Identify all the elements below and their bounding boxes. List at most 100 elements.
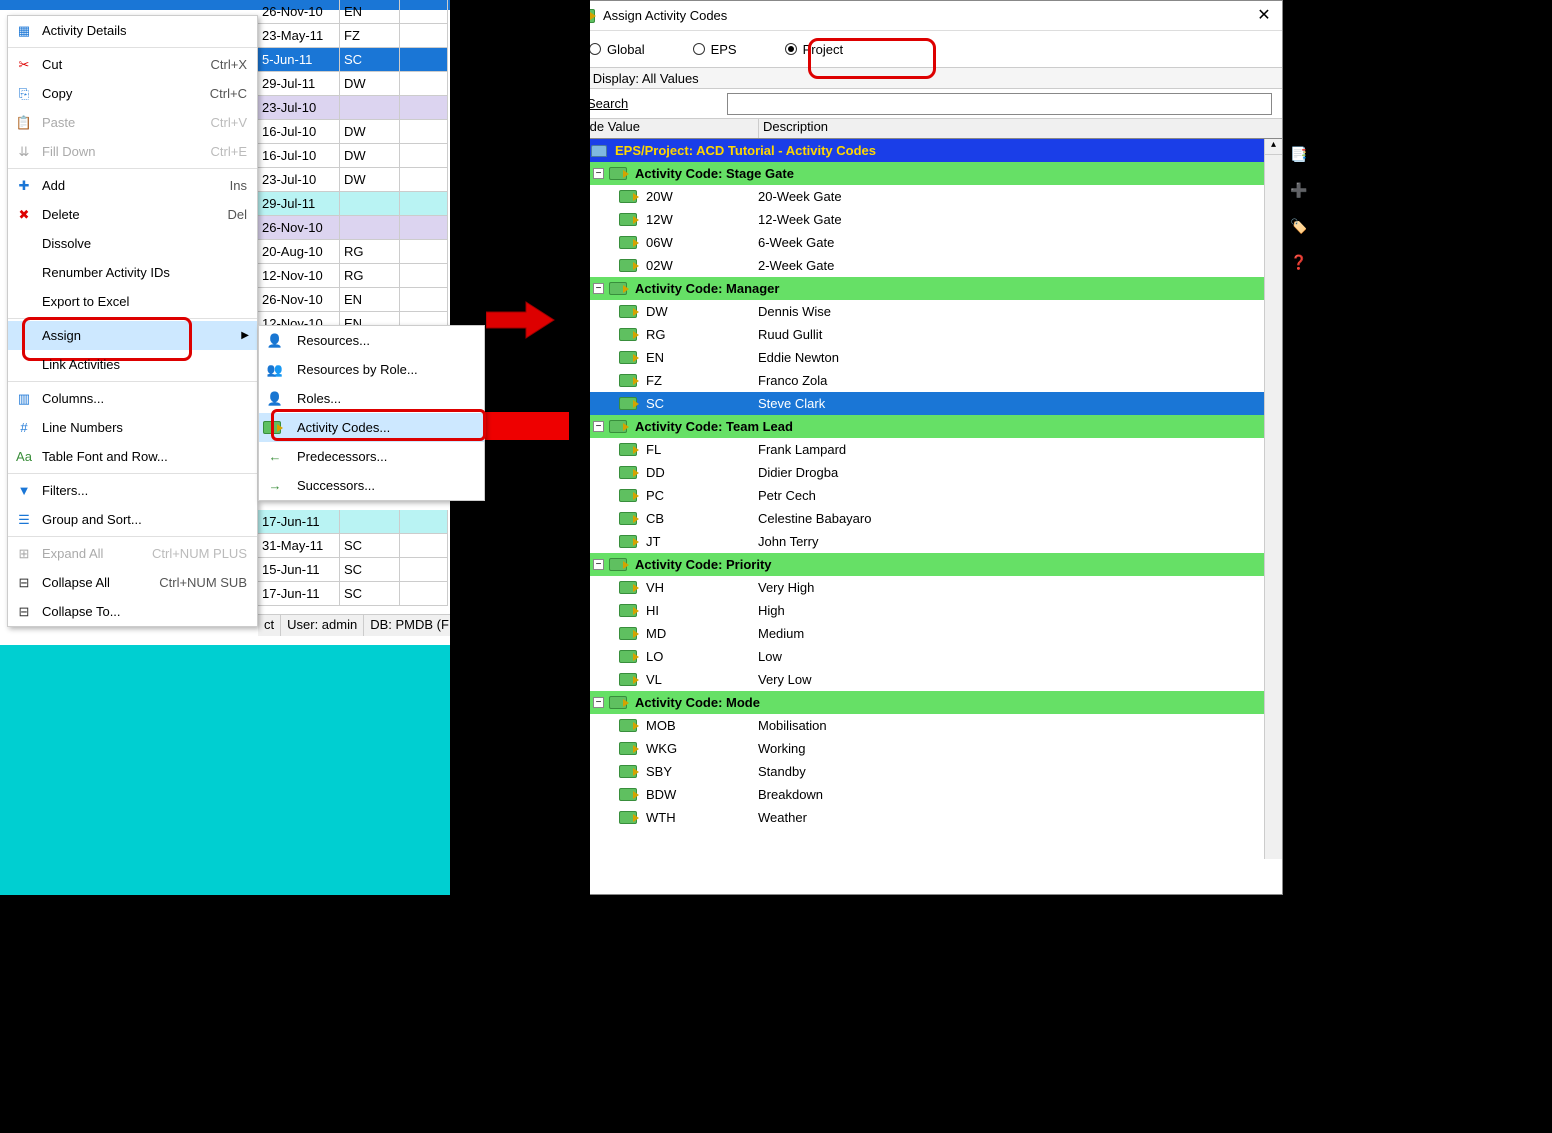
tree-leaf[interactable]: WKGWorking (569, 737, 1282, 760)
collapse-icon[interactable]: − (593, 697, 604, 708)
collapse-icon[interactable]: − (593, 283, 604, 294)
collapse-icon[interactable]: − (593, 559, 604, 570)
grid-row[interactable]: 26-Nov-10EN (258, 0, 448, 24)
tree-leaf[interactable]: 02W2-Week Gate (569, 254, 1282, 277)
grid-row[interactable]: 12-Nov-10RG (258, 264, 448, 288)
tree-leaf[interactable]: 12W12-Week Gate (569, 208, 1282, 231)
tree-leaf[interactable]: DWDennis Wise (569, 300, 1282, 323)
grid-row[interactable]: 15-Jun-11SC (258, 558, 448, 582)
submenu-item-predecessors-[interactable]: ←Predecessors... (259, 442, 484, 471)
close-button[interactable]: ✕ (1252, 5, 1276, 25)
grid-row[interactable]: 17-Jun-11SC (258, 582, 448, 606)
search-input[interactable] (727, 93, 1272, 115)
tree-leaf[interactable]: FLFrank Lampard (569, 438, 1282, 461)
menu-item-add[interactable]: ✚AddIns (8, 171, 257, 200)
submenu-item-resources-[interactable]: 👤Resources... (259, 326, 484, 355)
menu-item-expand-all[interactable]: ⊞Expand AllCtrl+NUM PLUS (8, 539, 257, 568)
grid-row[interactable]: 17-Jun-11 (258, 510, 448, 534)
tag-icon (609, 696, 627, 709)
submenu-item-resources-by-role-[interactable]: 👥Resources by Role... (259, 355, 484, 384)
grid-row[interactable]: 20-Aug-10RG (258, 240, 448, 264)
menu-item-collapse-to-[interactable]: ⊟Collapse To... (8, 597, 257, 626)
tree-leaf[interactable]: 06W6-Week Gate (569, 231, 1282, 254)
display-row[interactable]: ▽ Display: All Values (569, 67, 1282, 89)
radio-eps[interactable]: EPS (693, 42, 737, 57)
tree-leaf[interactable]: RGRuud Gullit (569, 323, 1282, 346)
tree-leaf[interactable]: WTHWeather (569, 806, 1282, 829)
menu-item-assign[interactable]: Assign▶ (8, 321, 257, 350)
menu-item-filters-[interactable]: ▼Filters... (8, 476, 257, 505)
collapse-icon[interactable]: − (593, 168, 604, 179)
tree-group[interactable]: −Activity Code: Priority (569, 553, 1282, 576)
menu-item-table-font-and-row-[interactable]: AaTable Font and Row... (8, 442, 257, 471)
menu-item-collapse-all[interactable]: ⊟Collapse AllCtrl+NUM SUB (8, 568, 257, 597)
grid-row[interactable]: 29-Jul-11DW (258, 72, 448, 96)
radio-global[interactable]: Global (589, 42, 645, 57)
tree-group[interactable]: −Activity Code: Mode (569, 691, 1282, 714)
tree-leaf[interactable]: VHVery High (569, 576, 1282, 599)
radio-project[interactable]: Project (785, 42, 843, 57)
tag-icon (609, 282, 627, 295)
tree-leaf[interactable]: BDWBreakdown (569, 783, 1282, 806)
grid-row[interactable]: 23-Jul-10 (258, 96, 448, 120)
collapse-icon[interactable]: − (593, 421, 604, 432)
assign-icon[interactable]: 📑 (1289, 145, 1309, 163)
persons-icon: 👥 (265, 360, 285, 380)
filldown-icon: ⇊ (14, 142, 34, 162)
tree-leaf[interactable]: 20W20-Week Gate (569, 185, 1282, 208)
scrollbar[interactable]: ▴ (1264, 139, 1282, 859)
tree-group[interactable]: −Activity Code: Manager (569, 277, 1282, 300)
menu-item-columns-[interactable]: ▥Columns... (8, 384, 257, 413)
grid-row[interactable]: 16-Jul-10DW (258, 144, 448, 168)
menu-item-group-and-sort-[interactable]: ☰Group and Sort... (8, 505, 257, 534)
menu-item-activity-details[interactable]: ▦Activity Details (8, 16, 257, 45)
grid-row[interactable]: 29-Jul-11 (258, 192, 448, 216)
tree-leaf[interactable]: DDDidier Drogba (569, 461, 1282, 484)
menu-item-renumber-activity-ids[interactable]: Renumber Activity IDs (8, 258, 257, 287)
grid-row[interactable]: 23-May-11FZ (258, 24, 448, 48)
header-code-value[interactable]: Code Value (569, 119, 759, 138)
tree-leaf[interactable]: SBYStandby (569, 760, 1282, 783)
grid-row[interactable]: 26-Nov-10 (258, 216, 448, 240)
menu-item-cut[interactable]: ✂CutCtrl+X (8, 50, 257, 79)
menu-item-fill-down[interactable]: ⇊Fill DownCtrl+E (8, 137, 257, 166)
help-icon[interactable]: ❓ (1289, 253, 1309, 271)
grid-row[interactable]: 16-Jul-10DW (258, 120, 448, 144)
tree-leaf[interactable]: PCPetr Cech (569, 484, 1282, 507)
menu-item-paste[interactable]: 📋PasteCtrl+V (8, 108, 257, 137)
tree-leaf[interactable]: JTJohn Terry (569, 530, 1282, 553)
grid-row[interactable]: 31-May-11SC (258, 534, 448, 558)
tree-leaf[interactable]: LOLow (569, 645, 1282, 668)
add-icon[interactable]: ➕ (1289, 181, 1309, 199)
scroll-up-icon[interactable]: ▴ (1265, 139, 1282, 155)
tree-leaf[interactable]: ENEddie Newton (569, 346, 1282, 369)
tree-group[interactable]: −Activity Code: Team Lead (569, 415, 1282, 438)
submenu-item-roles-[interactable]: 👤Roles... (259, 384, 484, 413)
tag-icon[interactable]: 🏷️ (1289, 217, 1309, 235)
menu-item-line-numbers[interactable]: #Line Numbers (8, 413, 257, 442)
header-description[interactable]: Description (759, 119, 1282, 138)
grid-row[interactable]: 23-Jul-10DW (258, 168, 448, 192)
grid-row[interactable]: 5-Jun-11SC (258, 48, 448, 72)
menu-item-link-activities[interactable]: Link Activities (8, 350, 257, 379)
grid-tail (400, 144, 448, 167)
tree-leaf[interactable]: SCSteve Clark (569, 392, 1282, 415)
grid-row[interactable]: 26-Nov-10EN (258, 288, 448, 312)
tree-leaf[interactable]: FZFranco Zola (569, 369, 1282, 392)
radio-label: Global (607, 42, 645, 57)
tree-leaf[interactable]: VLVery Low (569, 668, 1282, 691)
menu-label: Paste (42, 115, 211, 130)
submenu-label: Predecessors... (297, 449, 387, 464)
tree-leaf[interactable]: MDMedium (569, 622, 1282, 645)
submenu-item-successors-[interactable]: →Successors... (259, 471, 484, 500)
menu-item-dissolve[interactable]: Dissolve (8, 229, 257, 258)
tree-leaf[interactable]: CBCelestine Babayaro (569, 507, 1282, 530)
tree-group[interactable]: −Activity Code: Stage Gate (569, 162, 1282, 185)
menu-item-export-to-excel[interactable]: Export to Excel (8, 287, 257, 316)
menu-item-delete[interactable]: ✖DeleteDel (8, 200, 257, 229)
menu-item-copy[interactable]: ⎘CopyCtrl+C (8, 79, 257, 108)
submenu-item-activity-codes-[interactable]: Activity Codes... (259, 413, 484, 442)
tree-leaf[interactable]: MOBMobilisation (569, 714, 1282, 737)
tree-folder[interactable]: −EPS/Project: ACD Tutorial - Activity Co… (569, 139, 1282, 162)
tree-leaf[interactable]: HIHigh (569, 599, 1282, 622)
